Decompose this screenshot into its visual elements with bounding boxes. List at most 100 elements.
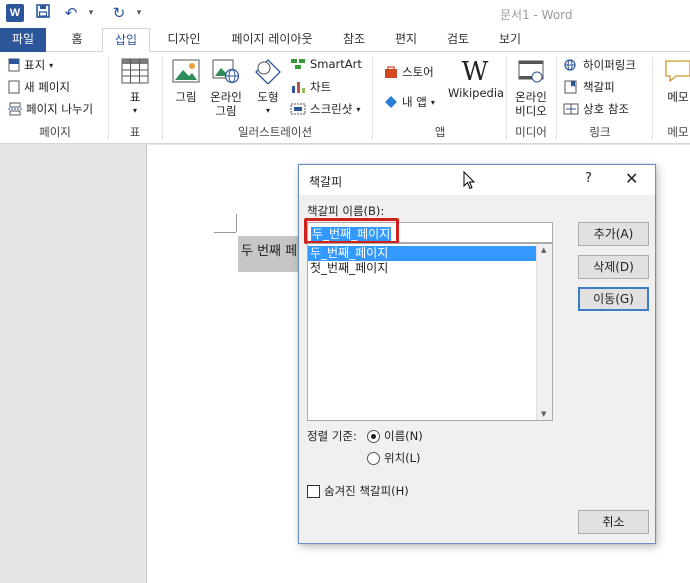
bookmark-name-value: 두_번째_페이지 [311, 227, 392, 241]
smartart-button[interactable]: SmartArt [290, 57, 362, 71]
chart-label: 차트 [310, 80, 332, 94]
customize-icon[interactable]: ▾ [130, 4, 148, 22]
sort-by-location-radio[interactable]: 위치(L) [367, 450, 421, 466]
chart-button[interactable]: 차트 [290, 79, 331, 95]
hidden-bookmarks-checkbox[interactable]: 숨겨진 책갈피(H) [307, 483, 409, 499]
checkbox-unchecked-icon [307, 484, 320, 498]
new-comment-button[interactable]: 메모 [658, 58, 690, 104]
page-break-button[interactable]: 페이지 나누기 [8, 101, 93, 117]
table-button[interactable]: 표 ▾ [115, 58, 155, 118]
chevron-down-icon: ▾ [132, 106, 137, 115]
illustrations-group-label: 일러스트레이션 [237, 125, 313, 139]
smartart-icon [291, 59, 305, 69]
chevron-down-icon: ▾ [356, 104, 361, 114]
redo-icon[interactable]: ↻ [110, 4, 128, 22]
online-picture-label-1: 온라인 [210, 90, 242, 104]
my-apps-label: 내 앱 [402, 95, 427, 109]
tab-design[interactable]: 디자인 [158, 28, 210, 52]
document-selected-text[interactable]: 두 번째 페이지 [238, 236, 300, 272]
online-picture-icon [212, 59, 240, 84]
group-separator [372, 56, 373, 140]
help-button[interactable]: ? [585, 171, 592, 186]
smartart-label: SmartArt [310, 57, 362, 71]
table-icon [121, 58, 149, 84]
cover-page-button[interactable]: 표지 ▾ [8, 57, 53, 73]
ribbon-tabs: 파일 홈 삽입 디자인 페이지 레이아웃 참조 편지 검토 보기 [0, 28, 690, 53]
chevron-down-icon: ▾ [430, 97, 435, 107]
hidden-bookmarks-label: 숨겨진 책갈피(H) [324, 484, 409, 498]
bookmark-name-input[interactable]: 두_번째_페이지 [307, 222, 553, 243]
list-item[interactable]: 두_번째_페이지 [308, 246, 536, 261]
tab-home[interactable]: 홈 [60, 28, 94, 52]
media-group-label: 미디어 [515, 125, 547, 139]
store-button[interactable]: 스토어 [384, 64, 434, 80]
hyperlink-label: 하이퍼링크 [583, 58, 636, 72]
scroll-up-icon[interactable]: ▲ [541, 246, 546, 254]
radio-unchecked-icon [367, 451, 380, 465]
online-video-label-1: 온라인 [515, 90, 547, 104]
sort-by-name-radio[interactable]: 이름(N) [367, 428, 423, 444]
dialog-title-bar: 책갈피 ? ✕ [299, 165, 655, 195]
cross-reference-icon [563, 103, 579, 115]
new-comment-label: 메모 [667, 90, 689, 104]
shapes-icon [255, 59, 281, 85]
group-separator [506, 56, 507, 140]
apps-group-label: 앱 [434, 125, 446, 139]
online-picture-button[interactable]: 온라인 그림 [206, 58, 246, 118]
tab-references[interactable]: 참조 [334, 28, 374, 52]
dialog-title: 책갈피 [309, 175, 343, 189]
cover-page-icon [8, 58, 20, 72]
wikipedia-button[interactable]: W Wikipedia [448, 57, 504, 100]
hyperlink-icon [564, 59, 576, 71]
tab-insert[interactable]: 삽입 [102, 28, 150, 53]
delete-button[interactable]: 삭제(D) [578, 255, 649, 279]
save-icon[interactable] [34, 4, 52, 22]
cancel-button[interactable]: 취소 [578, 510, 649, 534]
page-break-label: 페이지 나누기 [26, 102, 94, 116]
ribbon: 표지 ▾ 새 페이지 페이지 나누기 페이지 표 ▾ 표 그림 온라인 그림 도형… [0, 52, 690, 144]
undo-icon[interactable]: ↶ [62, 4, 80, 22]
margin-corner-mark [214, 232, 236, 233]
window-title: 문서1 - Word [500, 8, 573, 22]
picture-label: 그림 [175, 90, 197, 104]
chevron-down-icon: ▾ [265, 106, 270, 115]
my-apps-button[interactable]: 내 앱 ▾ [384, 94, 435, 110]
blank-page-label: 새 페이지 [24, 80, 70, 94]
hyperlink-button[interactable]: 하이퍼링크 [563, 57, 636, 73]
sort-by-location-label: 위치(L) [384, 451, 421, 465]
sort-by-label: 정렬 기준: [307, 429, 357, 443]
tab-page-layout[interactable]: 페이지 레이아웃 [222, 28, 322, 52]
list-scrollbar[interactable]: ▲ ▼ [536, 244, 552, 420]
blank-page-icon [8, 80, 20, 94]
pages-group-label: 페이지 [39, 125, 71, 139]
bookmark-label: 책갈피 [583, 80, 615, 94]
blank-page-button[interactable]: 새 페이지 [8, 79, 70, 95]
screenshot-button[interactable]: 스크린샷 ▾ [290, 101, 360, 117]
picture-button[interactable]: 그림 [168, 58, 204, 104]
bookmark-dialog: 책갈피 ? ✕ 책갈피 이름(B): 두_번째_페이지 두_번째_페이지 첫_번… [298, 164, 656, 544]
bookmark-list[interactable]: 두_번째_페이지 첫_번째_페이지 ▲ ▼ [307, 243, 553, 421]
quick-access-toolbar: W ↶ ▾ ↻ ▾ [6, 4, 148, 22]
online-video-button[interactable]: 온라인 비디오 [510, 58, 552, 118]
cross-reference-button[interactable]: 상호 참조 [563, 101, 629, 117]
online-video-label-2: 비디오 [515, 104, 547, 118]
table-button-label: 표 [129, 90, 141, 104]
online-video-icon [518, 60, 544, 83]
shapes-button[interactable]: 도형 ▾ [250, 58, 286, 118]
undo-dropdown-icon[interactable]: ▾ [82, 4, 100, 22]
page-break-icon [8, 102, 22, 116]
title-bar: W ↶ ▾ ↻ ▾ 문서1 - Word [0, 0, 690, 28]
tab-mailings[interactable]: 편지 [386, 28, 426, 52]
store-label: 스토어 [402, 65, 434, 79]
tab-view[interactable]: 보기 [490, 28, 530, 52]
close-button[interactable]: ✕ [625, 169, 638, 188]
list-item[interactable]: 첫_번째_페이지 [308, 261, 536, 276]
tab-file[interactable]: 파일 [0, 28, 46, 52]
add-button[interactable]: 추가(A) [578, 222, 649, 246]
picture-icon [172, 59, 200, 83]
tab-review[interactable]: 검토 [438, 28, 478, 52]
scroll-down-icon[interactable]: ▼ [541, 410, 546, 418]
goto-button[interactable]: 이동(G) [578, 287, 649, 311]
wikipedia-icon: W [461, 57, 489, 87]
bookmark-button[interactable]: 책갈피 [563, 79, 615, 95]
